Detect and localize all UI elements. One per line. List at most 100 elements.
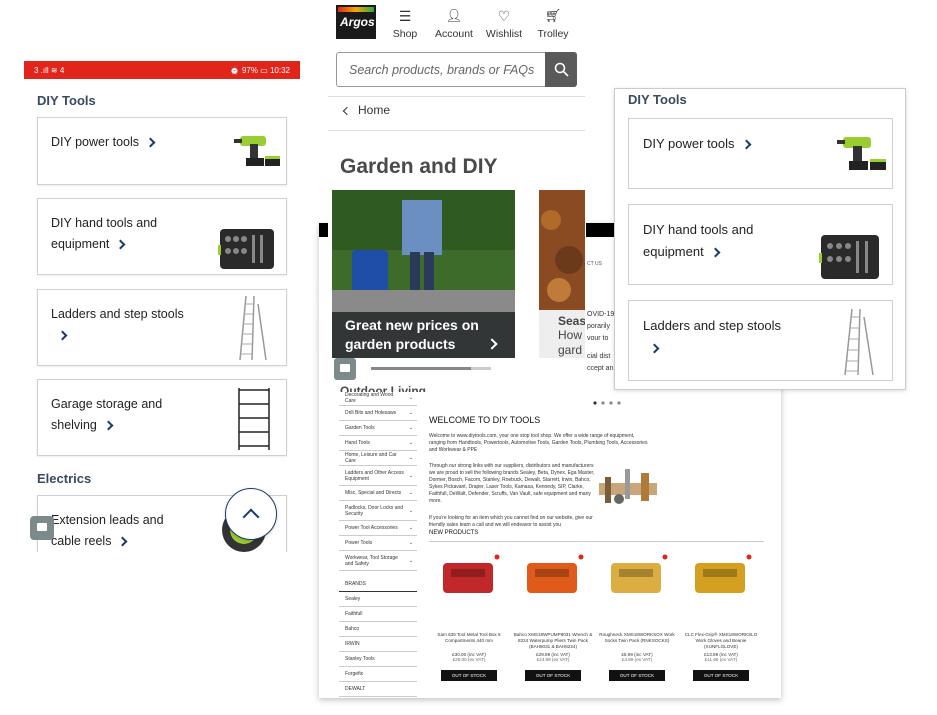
- argos-mobile-screen: Argos ☰ Shop 👤︎ Account ♡ Wishlist 🛒︎ Tr…: [328, 0, 585, 392]
- chevron-right-icon: [741, 139, 751, 150]
- pressure-washer-photo: [332, 190, 515, 312]
- contact-us-link[interactable]: CT US: [587, 261, 602, 267]
- product-name[interactable]: Bahco XMS18WPUMP8031 Wrench & 8224 Water…: [513, 632, 593, 650]
- search-button[interactable]: [545, 52, 577, 87]
- chevron-right-icon: [145, 137, 156, 148]
- mobile-screen-left: 3 .ıll ≋ 4 ⏰ 97% ▭ 10:32 DIY Tools DIY p…: [24, 61, 300, 552]
- brand-link[interactable]: Sealey: [339, 592, 417, 607]
- card-label-text: Ladders and step stools: [51, 307, 184, 321]
- category-menu-label: Hand Tools: [345, 440, 370, 446]
- product-name[interactable]: Sam 635 Tool Metal Tool Box 6 Compartmen…: [429, 632, 509, 650]
- carousel-dots[interactable]: [593, 392, 625, 405]
- covid-line-4: cial dist: [587, 353, 611, 360]
- tool-belt-image: [597, 463, 659, 513]
- brand-link[interactable]: Bahco: [339, 622, 417, 637]
- brand-link[interactable]: Faithfull: [339, 607, 417, 622]
- argos-logo[interactable]: Argos: [336, 5, 376, 39]
- power-drill-image: [835, 131, 889, 180]
- brands-text: Through our strong links with our suppli…: [429, 463, 595, 504]
- nav-wishlist-label: Wishlist: [485, 28, 523, 40]
- chat-icon: [340, 364, 350, 372]
- category-menu-item[interactable]: Decorating and Wood Care ⌄: [339, 391, 417, 406]
- promo-card-seasonal[interactable]: Seas How gard: [539, 190, 585, 358]
- brand-link[interactable]: Stanley Tools: [339, 652, 417, 667]
- heart-icon: ♡: [497, 8, 511, 24]
- status-right: ⏰ 97% ▭ 10:32: [229, 65, 290, 75]
- search-icon: [554, 62, 569, 77]
- nav-wishlist[interactable]: ♡ Wishlist: [481, 8, 527, 40]
- chat-icon: [37, 523, 47, 531]
- product-name[interactable]: Roughneck XMS18WORKSOX Work Socks Twin P…: [597, 632, 677, 650]
- product-image: [695, 554, 752, 593]
- nav-shop-label: Shop: [392, 28, 418, 40]
- card-label-text: DIY hand tools and equipment: [51, 216, 158, 251]
- card-label: Extension leads and cable reels: [51, 510, 191, 552]
- product-card[interactable]: CLC Flex-Grip® XMS18WORKSLO Work Gloves …: [681, 549, 761, 689]
- brand-link[interactable]: DEWALT: [339, 682, 417, 697]
- product-price-ex-vat: £4.99 (ex VAT): [621, 657, 653, 662]
- card-diy-power-tools[interactable]: DIY power tools: [37, 117, 287, 185]
- carousel-scrollbar[interactable]: [371, 367, 491, 370]
- chat-button[interactable]: [30, 516, 54, 540]
- covid-line-3: vour to: [587, 335, 609, 342]
- product-card[interactable]: Sam 635 Tool Metal Tool Box 6 Compartmen…: [429, 549, 509, 689]
- category-menu-item[interactable]: Padlocks, Door Locks and Security ⌄: [339, 501, 417, 521]
- chevron-down-icon: ⌄: [408, 472, 413, 479]
- card-garage-storage[interactable]: Garage storage and shelving: [37, 379, 287, 456]
- category-menu-label: Home, Leisure and Car Care: [345, 452, 397, 464]
- card-ladders[interactable]: Ladders and step stools: [628, 300, 893, 381]
- chevron-right-icon: [103, 420, 114, 431]
- section-heading-diy: DIY Tools: [37, 93, 96, 108]
- out-of-stock-button[interactable]: OUT OF STOCK: [525, 670, 581, 681]
- scroll-to-top-button[interactable]: [225, 488, 277, 540]
- brands-menu: BRANDS Sealey Faithfull Bahco IRWIN Stanley …: [339, 577, 417, 697]
- category-menu-item[interactable]: Ladders and Other Access Equipment ⌄: [339, 466, 417, 486]
- nav-account[interactable]: 👤︎ Account: [431, 8, 477, 40]
- chevron-right-icon: [57, 330, 68, 341]
- card-diy-power-tools[interactable]: DIY power tools: [628, 118, 893, 189]
- breadcrumb[interactable]: Home: [342, 103, 390, 117]
- search-input[interactable]: Search products, brands or FAQs: [336, 52, 546, 87]
- chevron-down-icon: ⌄: [408, 425, 413, 431]
- category-menu-item[interactable]: Power Tools ⌄: [339, 536, 417, 551]
- category-menu-item[interactable]: Power Tool Accessories ⌄: [339, 521, 417, 536]
- divider: [328, 96, 585, 97]
- chevron-right-icon: [115, 239, 126, 250]
- category-menu-item[interactable]: Hand Tools ⌄: [339, 436, 417, 451]
- divider: [328, 130, 585, 131]
- divider: [429, 541, 764, 542]
- chevron-right-icon: [118, 536, 128, 547]
- category-menu-item[interactable]: Home, Leisure and Car Care ⌄: [339, 451, 417, 466]
- product-card[interactable]: Bahco XMS18WPUMP8031 Wrench & 8224 Water…: [513, 549, 593, 689]
- category-menu-item[interactable]: Drill Bits and Holesaws ⌄: [339, 406, 417, 421]
- category-menu-item[interactable]: Workwear, Tool Storage and Safety ⌄: [339, 551, 417, 571]
- carousel-scroll-thumb[interactable]: [371, 367, 471, 370]
- ladder-image: [841, 307, 877, 382]
- category-menu-label: Power Tools: [345, 540, 373, 546]
- brands-heading: BRANDS: [339, 577, 417, 592]
- promo2-subtitle: How gard: [558, 328, 583, 357]
- out-of-stock-button[interactable]: OUT OF STOCK: [441, 670, 497, 681]
- chevron-right-icon: [649, 343, 660, 354]
- card-diy-hand-tools[interactable]: DIY hand tools and equipment: [628, 204, 893, 285]
- product-card[interactable]: Roughneck XMS18WORKSOX Work Socks Twin P…: [597, 549, 677, 689]
- promo-card-garden-prices[interactable]: Great new prices on garden products: [332, 190, 515, 358]
- category-menu-item[interactable]: Garden Tools ⌄: [339, 421, 417, 436]
- nav-shop[interactable]: ☰ Shop: [390, 8, 420, 40]
- out-of-stock-button[interactable]: OUT OF STOCK: [609, 670, 665, 681]
- diy-tools-panel-right: DIY Tools DIY power tools DIY hand tools…: [614, 88, 906, 390]
- section-heading-diy: DIY Tools: [628, 92, 687, 107]
- welcome-heading: WELCOME TO DIY TOOLS: [429, 415, 541, 425]
- nav-trolley[interactable]: 🛒︎ Trolley: [531, 8, 575, 40]
- brand-link[interactable]: Forgefix: [339, 667, 417, 682]
- section-subheading: Outdoor Living: [340, 384, 426, 392]
- chat-button[interactable]: [334, 358, 356, 380]
- out-of-stock-button[interactable]: OUT OF STOCK: [693, 670, 749, 681]
- covid-line-1: OVID-19: [587, 311, 615, 318]
- product-name[interactable]: CLC Flex-Grip® XMS18WORKSLO Work Gloves …: [681, 632, 761, 650]
- category-menu-item[interactable]: Misc, Special and Directs ⌄: [339, 486, 417, 501]
- status-left: 3 .ıll ≋ 4: [34, 65, 65, 75]
- card-diy-hand-tools[interactable]: DIY hand tools and equipment: [37, 198, 287, 275]
- brand-link[interactable]: IRWIN: [339, 637, 417, 652]
- card-ladders[interactable]: Ladders and step stools: [37, 289, 287, 366]
